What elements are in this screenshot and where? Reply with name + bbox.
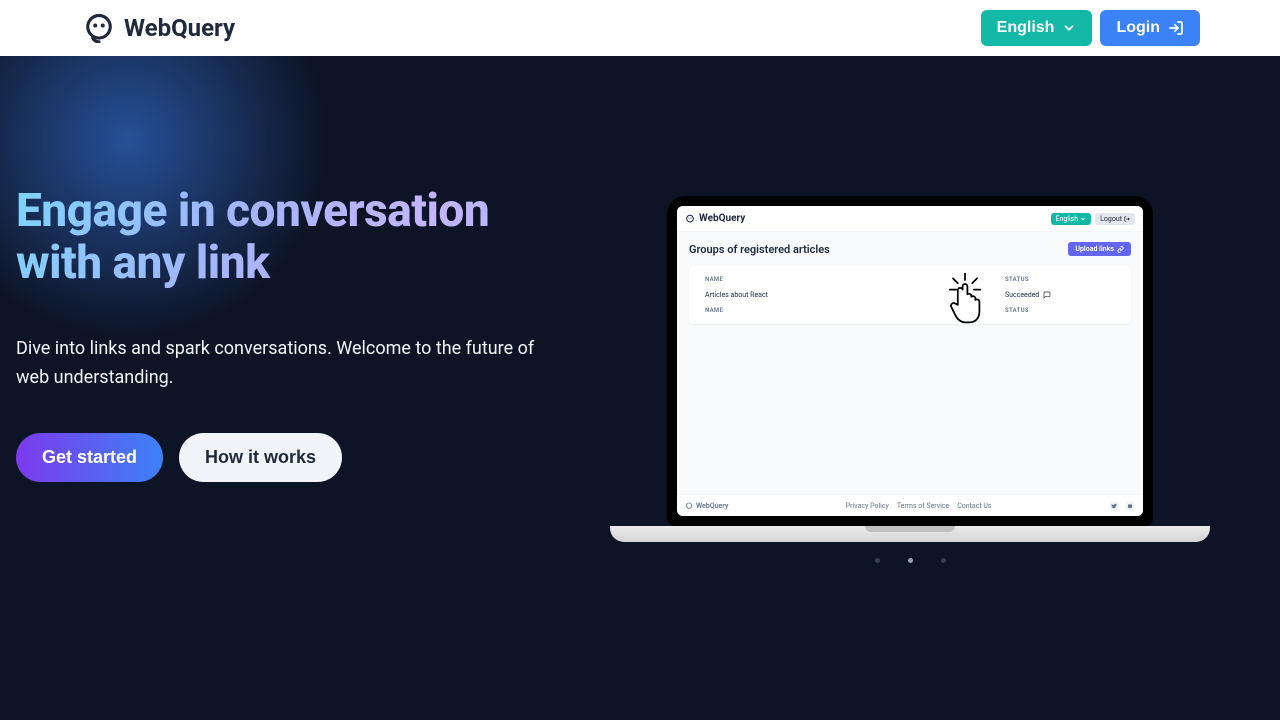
header-actions: English Login <box>981 10 1200 46</box>
footer-privacy: Privacy Policy <box>846 502 889 510</box>
language-button[interactable]: English <box>981 10 1093 46</box>
screen-language-pill: English <box>1051 213 1092 225</box>
chat-icon <box>1043 291 1051 299</box>
screen-table: NAME STATUS Articles about React Succeed… <box>689 266 1131 324</box>
chevron-down-icon <box>1080 216 1086 222</box>
how-it-works-button[interactable]: How it works <box>179 433 342 482</box>
login-icon <box>1168 20 1184 36</box>
carousel-dot-1[interactable] <box>908 558 913 563</box>
screen-logout-pill: Logout <box>1095 213 1135 225</box>
screen-logout-label: Logout <box>1100 215 1122 223</box>
table-header: NAME STATUS <box>689 272 1131 287</box>
hero-subtitle: Dive into links and spark conversations.… <box>16 335 556 393</box>
laptop-mockup: WebQuery English Logout <box>610 196 1210 542</box>
carousel-dots <box>590 558 1230 563</box>
status-label: Succeeded <box>1005 291 1039 299</box>
screen-language-label: English <box>1056 215 1079 223</box>
get-started-button[interactable]: Get started <box>16 433 163 482</box>
logout-icon <box>1124 216 1130 222</box>
screen-body-head: Groups of registered articles Upload lin… <box>689 242 1131 256</box>
screen-body: Groups of registered articles Upload lin… <box>677 232 1143 494</box>
laptop-screen: WebQuery English Logout <box>677 206 1143 516</box>
login-label: Login <box>1116 19 1160 37</box>
chevron-down-icon <box>1062 21 1076 35</box>
pointer-hand-icon <box>945 272 985 328</box>
footer-terms: Terms of Service <box>897 502 949 510</box>
hero-title: Engage in conversation with any link <box>16 186 576 289</box>
cta-row: Get started How it works <box>16 433 576 482</box>
brand-name: WebQuery <box>124 14 235 42</box>
screen-brand-icon <box>685 214 695 224</box>
col-status-2: STATUS <box>1005 307 1115 314</box>
hero-left: Engage in conversation with any link Div… <box>16 186 576 482</box>
brand-logo-icon <box>84 13 114 43</box>
row-status: Succeeded <box>1005 291 1115 299</box>
screen-brand-name: WebQuery <box>699 213 745 224</box>
laptop-base <box>610 526 1210 542</box>
laptop-lid: WebQuery English Logout <box>667 196 1153 526</box>
carousel-dot-2[interactable] <box>941 558 946 563</box>
screen-footer-brand-name: WebQuery <box>696 502 728 510</box>
table-header-2: NAME STATUS <box>689 303 1131 318</box>
screen-header: WebQuery English Logout <box>677 206 1143 232</box>
twitter-icon <box>1109 501 1119 511</box>
brand[interactable]: WebQuery <box>84 13 235 43</box>
screen-footer-brand: WebQuery <box>685 502 728 510</box>
hero-section: Engage in conversation with any link Div… <box>0 56 1280 720</box>
screen-brand: WebQuery <box>685 213 745 224</box>
screen-header-right: English Logout <box>1051 213 1136 225</box>
screen-footer-links: Privacy Policy Terms of Service Contact … <box>846 502 992 510</box>
carousel-dot-0[interactable] <box>875 558 880 563</box>
screen-upload-label: Upload links <box>1075 245 1114 253</box>
screen-footer-icons <box>1109 501 1135 511</box>
language-label: English <box>997 19 1055 37</box>
hero-right: WebQuery English Logout <box>590 196 1230 563</box>
link-icon <box>1117 246 1124 253</box>
footer-contact: Contact Us <box>957 502 991 510</box>
top-header: WebQuery English Login <box>0 0 1280 56</box>
screen-footer: WebQuery Privacy Policy Terms of Service… <box>677 494 1143 516</box>
screen-upload-button: Upload links <box>1068 242 1131 256</box>
table-row: Articles about React Succeeded <box>689 287 1131 303</box>
laptop-notch <box>865 526 955 532</box>
screen-footer-brand-icon <box>685 502 693 510</box>
login-button[interactable]: Login <box>1100 10 1200 46</box>
col-status: STATUS <box>1005 276 1115 283</box>
screen-title: Groups of registered articles <box>689 243 830 256</box>
discord-icon <box>1125 501 1135 511</box>
